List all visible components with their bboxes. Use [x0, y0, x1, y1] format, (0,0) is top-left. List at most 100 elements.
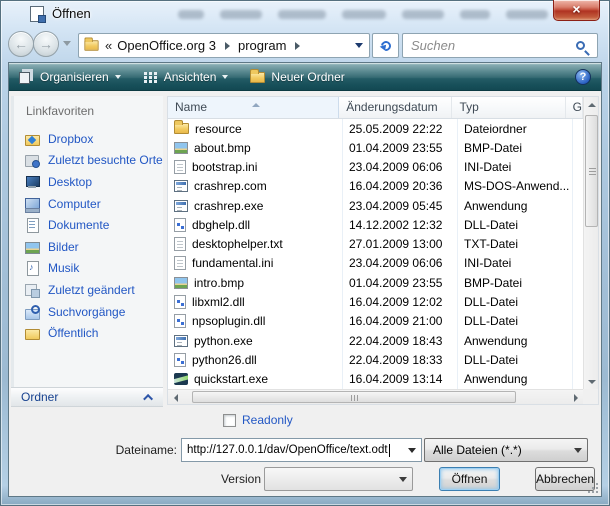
- file-row[interactable]: about.bmp 01.04.2009 23:55 BMP-Datei: [168, 138, 583, 157]
- help-button[interactable]: ?: [575, 69, 591, 85]
- sidebar-item[interactable]: Dropbox: [18, 128, 161, 150]
- filetype-value: Alle Dateien (*.*): [433, 443, 522, 457]
- file-icon: [174, 180, 188, 192]
- title-bar[interactable]: Öffnen ×: [0, 0, 610, 28]
- file-row[interactable]: desktophelper.txt 27.01.2009 13:00 TXT-D…: [168, 235, 583, 254]
- file-row[interactable]: crashrep.exe 23.04.2009 05:45 Anwendung: [168, 196, 583, 215]
- file-date: 22.04.2009 18:43: [342, 334, 457, 348]
- scroll-right-button[interactable]: [569, 390, 583, 405]
- forward-button[interactable]: →: [33, 31, 59, 57]
- column-header-date[interactable]: Änderungsdatum: [339, 97, 452, 118]
- file-name: npsoplugin.dll: [192, 314, 265, 328]
- views-grid-icon: [144, 72, 147, 75]
- chevron-right-icon[interactable]: [295, 42, 304, 50]
- readonly-label[interactable]: Readonly: [242, 413, 293, 427]
- file-row[interactable]: intro.bmp 01.04.2009 23:55 BMP-Datei: [168, 273, 583, 292]
- window-title: Öffnen: [52, 6, 91, 21]
- new-folder-button[interactable]: Neuer Ordner: [250, 70, 344, 84]
- file-icon: [174, 218, 186, 232]
- breadcrumb-item[interactable]: program: [238, 38, 286, 53]
- folders-expander[interactable]: Ordner: [11, 387, 163, 407]
- search-box[interactable]: Suchen: [402, 33, 598, 58]
- address-dropdown-button[interactable]: [349, 34, 369, 57]
- vertical-scroll-thumb[interactable]: [585, 115, 598, 227]
- file-row[interactable]: python.exe 22.04.2009 18:43 Anwendung: [168, 331, 583, 350]
- file-row[interactable]: libxml2.dll 16.04.2009 12:02 DLL-Datei: [168, 292, 583, 311]
- filename-dropdown-button[interactable]: [402, 439, 421, 461]
- file-name: resource: [195, 122, 242, 136]
- new-folder-icon: [250, 72, 265, 83]
- sidebar-item[interactable]: Dokumente: [18, 214, 161, 236]
- file-date: 01.04.2009 23:55: [342, 276, 457, 290]
- list-header: Name Änderungsdatum Typ G: [168, 97, 583, 119]
- back-button[interactable]: ←: [8, 31, 34, 57]
- horizontal-scroll-thumb[interactable]: [192, 391, 516, 403]
- resize-grip[interactable]: [588, 483, 598, 493]
- file-name: python26.dll: [192, 353, 257, 367]
- version-dropdown-button[interactable]: [393, 468, 412, 490]
- address-bar[interactable]: « OpenOffice.org 3 program: [78, 33, 370, 58]
- scroll-up-button[interactable]: [584, 97, 599, 112]
- column-header-type[interactable]: Typ: [452, 97, 565, 118]
- horizontal-scrollbar[interactable]: [168, 389, 583, 404]
- file-date: 23.04.2009 06:06: [342, 256, 457, 270]
- file-row[interactable]: bootstrap.ini 23.04.2009 06:06 INI-Datei: [168, 158, 583, 177]
- file-icon: [174, 237, 186, 251]
- refresh-button[interactable]: [372, 33, 399, 58]
- open-button[interactable]: Öffnen: [439, 467, 500, 491]
- sidebar-item[interactable]: Suchvorgänge: [18, 301, 161, 323]
- filetype-select[interactable]: Alle Dateien (*.*): [424, 438, 588, 462]
- file-row[interactable]: npsoplugin.dll 16.04.2009 21:00 DLL-Date…: [168, 312, 583, 331]
- breadcrumb-item[interactable]: OpenOffice.org 3: [117, 38, 216, 53]
- sidebar-item[interactable]: Desktop: [18, 171, 161, 193]
- column-gridline: [342, 119, 343, 389]
- file-date: 23.04.2009 06:06: [342, 160, 457, 174]
- file-row[interactable]: quickstart.exe 16.04.2009 13:14 Anwendun…: [168, 369, 583, 388]
- sidebar-item[interactable]: Bilder: [18, 236, 161, 258]
- sidebar-item-label: Dropbox: [48, 132, 93, 146]
- scroll-down-button[interactable]: [584, 375, 599, 390]
- file-type: Anwendung: [457, 372, 572, 386]
- sidebar-item-icon: [24, 325, 40, 341]
- sidebar-item-label: Dokumente: [48, 218, 109, 232]
- breadcrumb-collapsed-indicator[interactable]: «: [105, 38, 112, 53]
- cancel-button[interactable]: Abbrechen: [535, 467, 595, 491]
- search-icon[interactable]: [576, 41, 585, 50]
- readonly-checkbox[interactable]: [223, 414, 236, 427]
- sidebar-item[interactable]: Öffentlich: [18, 322, 161, 344]
- scroll-left-button[interactable]: [168, 390, 182, 405]
- organize-button[interactable]: Organisieren: [19, 70, 121, 84]
- sidebar-item[interactable]: Zuletzt besuchte Orte: [18, 150, 161, 172]
- vertical-scrollbar[interactable]: [583, 97, 598, 390]
- column-header-name[interactable]: Name: [168, 97, 339, 118]
- dialog-content: Organisieren Ansichten Neuer Ordner ? Li…: [8, 62, 602, 497]
- file-row[interactable]: crashrep.com 16.04.2009 20:36 MS-DOS-Anw…: [168, 177, 583, 196]
- file-row[interactable]: dbghelp.dll 14.12.2002 12:32 DLL-Datei: [168, 215, 583, 234]
- file-type: DLL-Datei: [457, 295, 572, 309]
- column-header-size[interactable]: G: [566, 97, 583, 118]
- history-dropdown-icon[interactable]: [63, 41, 71, 50]
- document-icon: [30, 6, 44, 22]
- chevron-up-icon: [143, 393, 153, 403]
- file-icon: [174, 277, 188, 289]
- filetype-dropdown-button[interactable]: [568, 439, 587, 461]
- chevron-right-icon[interactable]: [225, 42, 234, 50]
- chevron-down-icon: [399, 477, 407, 486]
- sidebar-item-icon: [24, 196, 40, 212]
- sidebar-item[interactable]: Computer: [18, 193, 161, 215]
- sidebar-item-icon: [24, 131, 40, 147]
- file-row[interactable]: fundamental.ini 23.04.2009 06:06 INI-Dat…: [168, 254, 583, 273]
- filename-input[interactable]: http://127.0.0.1/dav/OpenOffice/text.odt: [181, 438, 422, 462]
- sidebar-item[interactable]: Zuletzt geändert: [18, 279, 161, 301]
- sidebar-item[interactable]: Musik: [18, 258, 161, 280]
- views-button[interactable]: Ansichten: [143, 70, 229, 84]
- new-folder-label: Neuer Ordner: [271, 70, 344, 84]
- file-type: INI-Datei: [457, 256, 572, 270]
- file-date: 27.01.2009 13:00: [342, 237, 457, 251]
- close-button[interactable]: ×: [553, 0, 600, 21]
- file-row[interactable]: python26.dll 22.04.2009 18:33 DLL-Datei: [168, 350, 583, 369]
- file-row[interactable]: resource 25.05.2009 22:22 Dateiordner: [168, 119, 583, 138]
- version-select[interactable]: [264, 467, 413, 491]
- file-type: INI-Datei: [457, 160, 572, 174]
- forward-arrow-icon: →: [39, 36, 53, 52]
